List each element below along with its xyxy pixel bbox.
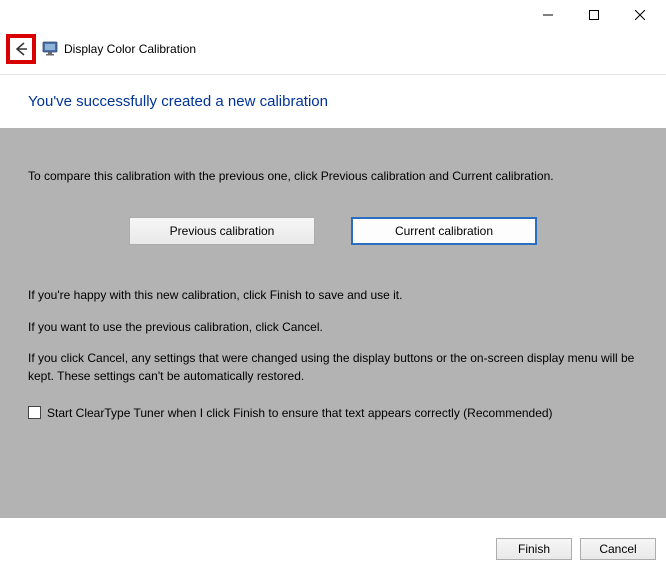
maximize-icon (589, 10, 599, 20)
content-panel: To compare this calibration with the pre… (0, 128, 666, 518)
app-title: Display Color Calibration (64, 42, 196, 56)
finish-button[interactable]: Finish (496, 538, 572, 560)
cancel-note-2: If you click Cancel, any settings that w… (28, 350, 638, 385)
close-button[interactable] (618, 1, 662, 29)
app-icon (42, 41, 58, 57)
back-arrow-icon (13, 41, 29, 57)
cleartype-label: Start ClearType Tuner when I click Finis… (47, 405, 553, 422)
page-title: You've successfully created a new calibr… (28, 93, 638, 110)
maximize-button[interactable] (572, 1, 616, 29)
cancel-button[interactable]: Cancel (580, 538, 656, 560)
previous-calibration-button[interactable]: Previous calibration (129, 217, 315, 245)
minimize-button[interactable] (526, 1, 570, 29)
cleartype-checkbox[interactable] (28, 406, 41, 419)
back-button[interactable] (12, 40, 30, 58)
minimize-icon (543, 10, 553, 20)
back-button-highlight (6, 34, 36, 64)
instruction-text: To compare this calibration with the pre… (28, 168, 638, 185)
current-calibration-button[interactable]: Current calibration (351, 217, 537, 245)
close-icon (635, 10, 645, 20)
cancel-note-1: If you want to use the previous calibrat… (28, 319, 638, 336)
finish-note: If you're happy with this new calibratio… (28, 287, 638, 304)
